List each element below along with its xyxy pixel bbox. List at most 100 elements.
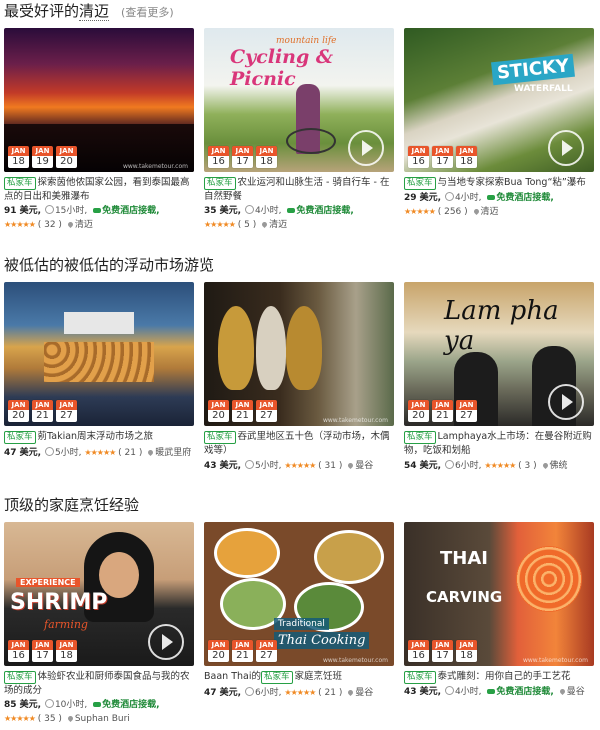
location: 曼谷 — [355, 688, 374, 698]
rating-stars: ★★★★★ — [284, 688, 316, 697]
date-chip[interactable]: JAN 21 — [232, 400, 253, 422]
tour-title[interactable]: 私家车 Lamphaya水上市场：在曼谷附近购物，吃饭和划船 — [404, 430, 598, 457]
date-chip[interactable]: JAN 17 — [432, 146, 453, 168]
available-dates: JAN 16 JAN 17 JAN 18 — [208, 146, 277, 168]
tour-title[interactable]: 私家车 吞武里地区五十色（浮动市场，木偶戏等） — [204, 430, 398, 457]
tour-title[interactable]: 私家车 农业运河和山脉生活 - 骑自行车 - 在自然野餐 — [204, 176, 398, 203]
date-chip[interactable]: JAN 20 — [208, 400, 229, 422]
mask-shape — [218, 306, 254, 390]
tour-info: 私家车 莂Takian周末浮动市场之旅 47 美元, 5小时, ★★★★★ ( 2… — [4, 430, 198, 460]
price: 29 美元, — [404, 193, 442, 203]
tour-title[interactable]: Baan Thai的 私家车 家庭烹饪班 — [204, 670, 398, 684]
tour-thumbnail[interactable]: STICKY WATERFALL JAN 16 JAN 17 JAN 18 — [404, 28, 594, 172]
date-chip[interactable]: JAN 20 — [208, 640, 229, 662]
clock-icon — [244, 205, 254, 214]
duration: 4小时, — [254, 206, 282, 216]
watermark: www.takemetour.com — [322, 417, 388, 424]
overlay-title: Thai Cooking — [274, 632, 370, 649]
location-pin-icon — [66, 220, 74, 229]
watermark: www.takemetour.com — [522, 657, 588, 664]
section-home-cooking: 顶级的家庭烹饪经验 EXPERIENCE SHRIMP farming JAN 1… — [0, 494, 600, 730]
private-car-badge: 私家车 — [204, 431, 236, 444]
available-dates: JAN 16 JAN 17 JAN 18 — [408, 640, 477, 662]
tour-title[interactable]: 私家车 泰式雕刻：用你自己的手工艺花 — [404, 670, 598, 684]
tour-title[interactable]: 私家车 与当地专家探索Bua Tong“粘”瀑布 — [404, 176, 598, 190]
overlay-subtitle: Traditional — [274, 618, 329, 630]
date-chip[interactable]: JAN 21 — [232, 640, 253, 662]
available-dates: JAN 16 JAN 17 JAN 18 — [8, 640, 77, 662]
date-chip[interactable]: JAN 27 — [56, 400, 77, 422]
overlay-tagline: farming — [44, 618, 88, 631]
date-chip[interactable]: JAN 18 — [456, 640, 477, 662]
play-video-icon[interactable] — [348, 130, 384, 166]
tour-meta: 29 美元, 4小时, 免费酒店接载, ★★★★★ ( 256 ) 清迈 — [404, 192, 598, 219]
overlay-subtitle: EXPERIENCE — [16, 578, 80, 587]
overlay-subtitle: CARVING — [426, 588, 503, 606]
overlay-subtitle: mountain life — [276, 36, 337, 46]
tour-info: Baan Thai的 私家车 家庭烹饪班 47 美元, 6小时, ★★★★★ ( 2… — [204, 670, 398, 700]
date-chip[interactable]: JAN 21 — [432, 400, 453, 422]
price: 47 美元, — [4, 448, 42, 458]
tour-thumbnail[interactable]: JAN 18 JAN 19 JAN 20 www.takemetour.com — [4, 28, 194, 172]
tour-meta: 47 美元, 5小时, ★★★★★ ( 21 ) 暖武里府 — [4, 446, 198, 460]
section-header: 最受好评的清迈 (查看更多) — [0, 0, 600, 28]
tour-title[interactable]: 私家车 莂Takian周末浮动市场之旅 — [4, 430, 198, 444]
review-count: ( 31 ) — [318, 461, 343, 471]
tour-info: 私家车 体验虾农业和厨师泰国食品与我的农场的成分 85 美元, 10小时, 免费酒… — [4, 670, 198, 726]
tour-info: 私家车 与当地专家探索Bua Tong“粘”瀑布 29 美元, 4小时, 免费酒店… — [404, 176, 598, 219]
date-chip[interactable]: JAN 20 — [56, 146, 77, 168]
price: 54 美元, — [404, 461, 442, 471]
play-video-icon[interactable] — [148, 624, 184, 660]
date-chip[interactable]: JAN 27 — [456, 400, 477, 422]
tour-meta: 85 美元, 10小时, 免费酒店接载, ★★★★★ ( 35 ) Suphan… — [4, 699, 198, 726]
tour-info: 私家车 吞武里地区五十色（浮动市场，木偶戏等） 43 美元, 5小时, ★★★★★… — [204, 430, 398, 473]
view-more-link[interactable]: (查看更多) — [121, 4, 174, 20]
city-link[interactable]: 清迈 — [79, 2, 110, 21]
date-chip[interactable]: JAN 18 — [456, 146, 477, 168]
tour-thumbnail[interactable]: THAI CARVING JAN 16 JAN 17 JAN 18 www.takem… — [404, 522, 594, 666]
car-icon — [487, 689, 496, 694]
car-icon — [287, 208, 296, 213]
section-floating-market: 被低估的被低估的浮动市场游览 JAN 20 JAN 21 JAN 27 私家车 莂Tak… — [0, 254, 600, 490]
tour-thumbnail[interactable]: JAN 20 JAN 21 JAN 27 www.takemetour.com — [204, 282, 394, 426]
date-chip[interactable]: JAN 18 — [256, 146, 277, 168]
private-car-badge: 私家车 — [4, 177, 36, 190]
play-video-icon[interactable] — [548, 130, 584, 166]
private-car-badge: 私家车 — [404, 431, 436, 444]
date-chip[interactable]: JAN 18 — [56, 640, 77, 662]
tour-thumbnail[interactable]: Lam pha ya JAN 20 JAN 21 JAN 27 — [404, 282, 594, 426]
duration: 15小时, — [54, 206, 88, 216]
tour-meta: 35 美元, 4小时, 免费酒店接载, ★★★★★ ( 5 ) 清迈 — [204, 205, 398, 232]
date-chip[interactable]: JAN 17 — [232, 146, 253, 168]
location: 佛统 — [549, 461, 568, 471]
clock-icon — [244, 460, 254, 469]
overlay-title: Lam pha ya — [444, 296, 559, 356]
date-chip[interactable]: JAN 16 — [208, 146, 229, 168]
price: 43 美元, — [404, 687, 442, 697]
date-chip[interactable]: JAN 17 — [432, 640, 453, 662]
tour-title[interactable]: 私家车 探索茵他侬国家公园，看到泰国最高点的日出和美雅瀑布 — [4, 176, 198, 203]
location-pin-icon — [558, 687, 566, 696]
rating-stars: ★★★★★ — [4, 714, 36, 723]
tour-title[interactable]: 私家车 体验虾农业和厨师泰国食品与我的农场的成分 — [4, 670, 198, 697]
tour-thumbnail[interactable]: mountain life Cycling & Picnic JAN 16 JAN… — [204, 28, 394, 172]
date-chip[interactable]: JAN 20 — [408, 400, 429, 422]
date-chip[interactable]: JAN 19 — [32, 146, 53, 168]
tour-thumbnail[interactable]: JAN 20 JAN 21 JAN 27 — [4, 282, 194, 426]
date-chip[interactable]: JAN 16 — [408, 146, 429, 168]
date-chip[interactable]: JAN 17 — [32, 640, 53, 662]
location: 曼谷 — [355, 461, 374, 471]
tour-thumbnail[interactable]: EXPERIENCE SHRIMP farming JAN 16 JAN 17 JA… — [4, 522, 194, 666]
rating-stars: ★★★★★ — [204, 220, 236, 229]
date-chip[interactable]: JAN 16 — [8, 640, 29, 662]
date-chip[interactable]: JAN 21 — [32, 400, 53, 422]
date-chip[interactable]: JAN 27 — [256, 400, 277, 422]
rating-stars: ★★★★★ — [4, 220, 36, 229]
date-chip[interactable]: JAN 27 — [256, 640, 277, 662]
date-chip[interactable]: JAN 16 — [408, 640, 429, 662]
date-chip[interactable]: JAN 20 — [8, 400, 29, 422]
tour-thumbnail[interactable]: Traditional Thai Cooking JAN 20 JAN 21 JAN… — [204, 522, 394, 666]
play-video-icon[interactable] — [548, 384, 584, 420]
location-pin-icon — [261, 220, 269, 229]
date-chip[interactable]: JAN 18 — [8, 146, 29, 168]
